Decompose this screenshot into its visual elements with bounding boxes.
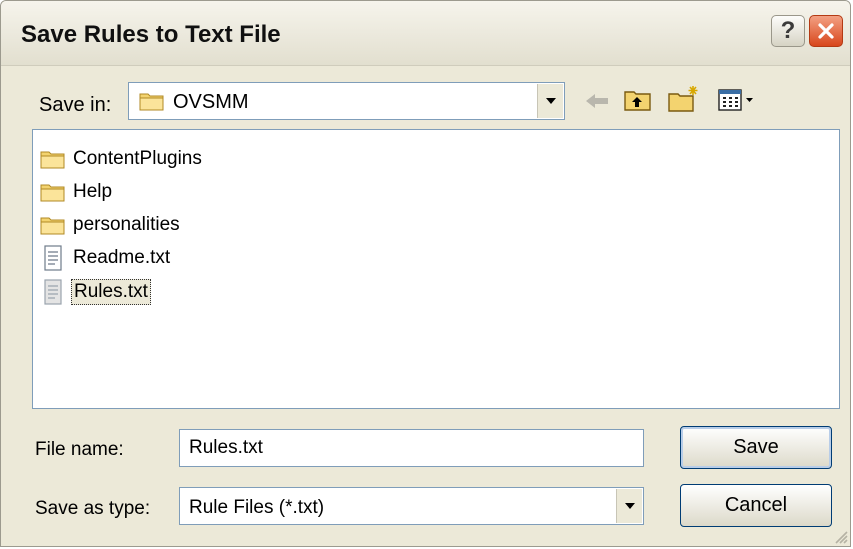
save-in-label: Save in: bbox=[39, 94, 112, 116]
save-in-dropdown-arrow[interactable] bbox=[537, 84, 563, 118]
create-new-folder-icon[interactable] bbox=[667, 84, 701, 114]
text-file-icon bbox=[39, 245, 67, 271]
folder-icon bbox=[139, 93, 164, 111]
help-icon: ? bbox=[780, 17, 796, 44]
list-item-file[interactable]: Readme.txt bbox=[39, 243, 172, 273]
folder-icon bbox=[39, 146, 67, 172]
save-as-type-dropdown-arrow[interactable] bbox=[616, 489, 642, 523]
list-item-folder[interactable]: ContentPlugins bbox=[39, 144, 204, 174]
chevron-down-icon bbox=[545, 98, 556, 104]
save-button-label: Save bbox=[733, 436, 779, 458]
file-name-label: File name: bbox=[35, 439, 124, 460]
back-arrow-icon[interactable] bbox=[584, 91, 610, 111]
list-item-file-selected[interactable]: Rules.txt bbox=[39, 277, 151, 307]
save-as-type-dropdown[interactable]: Rule Files (*.txt) bbox=[179, 487, 644, 525]
text-file-icon bbox=[39, 279, 67, 305]
list-item-folder[interactable]: personalities bbox=[39, 210, 182, 240]
up-one-level-icon[interactable] bbox=[623, 87, 653, 113]
view-menu-icon[interactable] bbox=[717, 87, 759, 113]
chevron-down-icon bbox=[624, 503, 635, 509]
resize-grip-icon[interactable] bbox=[832, 528, 848, 544]
save-as-type-label: Save as type: bbox=[35, 498, 151, 519]
dialog-title: Save Rules to Text File bbox=[21, 21, 281, 48]
file-name: personalities bbox=[73, 214, 180, 235]
file-name-input[interactable] bbox=[179, 429, 644, 467]
file-name: Rules.txt bbox=[71, 279, 151, 305]
close-icon bbox=[818, 23, 834, 39]
cancel-button-label: Cancel bbox=[724, 494, 788, 516]
file-name: Readme.txt bbox=[73, 247, 171, 268]
file-name: Help bbox=[73, 181, 113, 202]
save-dialog: Save Rules to Text File ? Save in: OVSMM bbox=[0, 0, 851, 547]
title-bar[interactable]: Save Rules to Text File ? bbox=[1, 1, 850, 66]
save-as-type-value: Rule Files (*.txt) bbox=[189, 497, 325, 518]
file-list[interactable]: ContentPlugins Help personalities Readme… bbox=[32, 129, 840, 409]
cancel-button[interactable]: Cancel bbox=[680, 484, 832, 527]
save-in-dropdown[interactable]: OVSMM bbox=[128, 82, 565, 120]
close-button[interactable] bbox=[809, 15, 843, 47]
folder-icon bbox=[39, 212, 67, 238]
file-name: ContentPlugins bbox=[73, 148, 202, 169]
help-button[interactable]: ? bbox=[771, 15, 805, 47]
save-button[interactable]: Save bbox=[680, 426, 832, 469]
folder-icon bbox=[39, 179, 67, 205]
list-item-folder[interactable]: Help bbox=[39, 177, 114, 207]
save-in-value: OVSMM bbox=[173, 91, 249, 113]
